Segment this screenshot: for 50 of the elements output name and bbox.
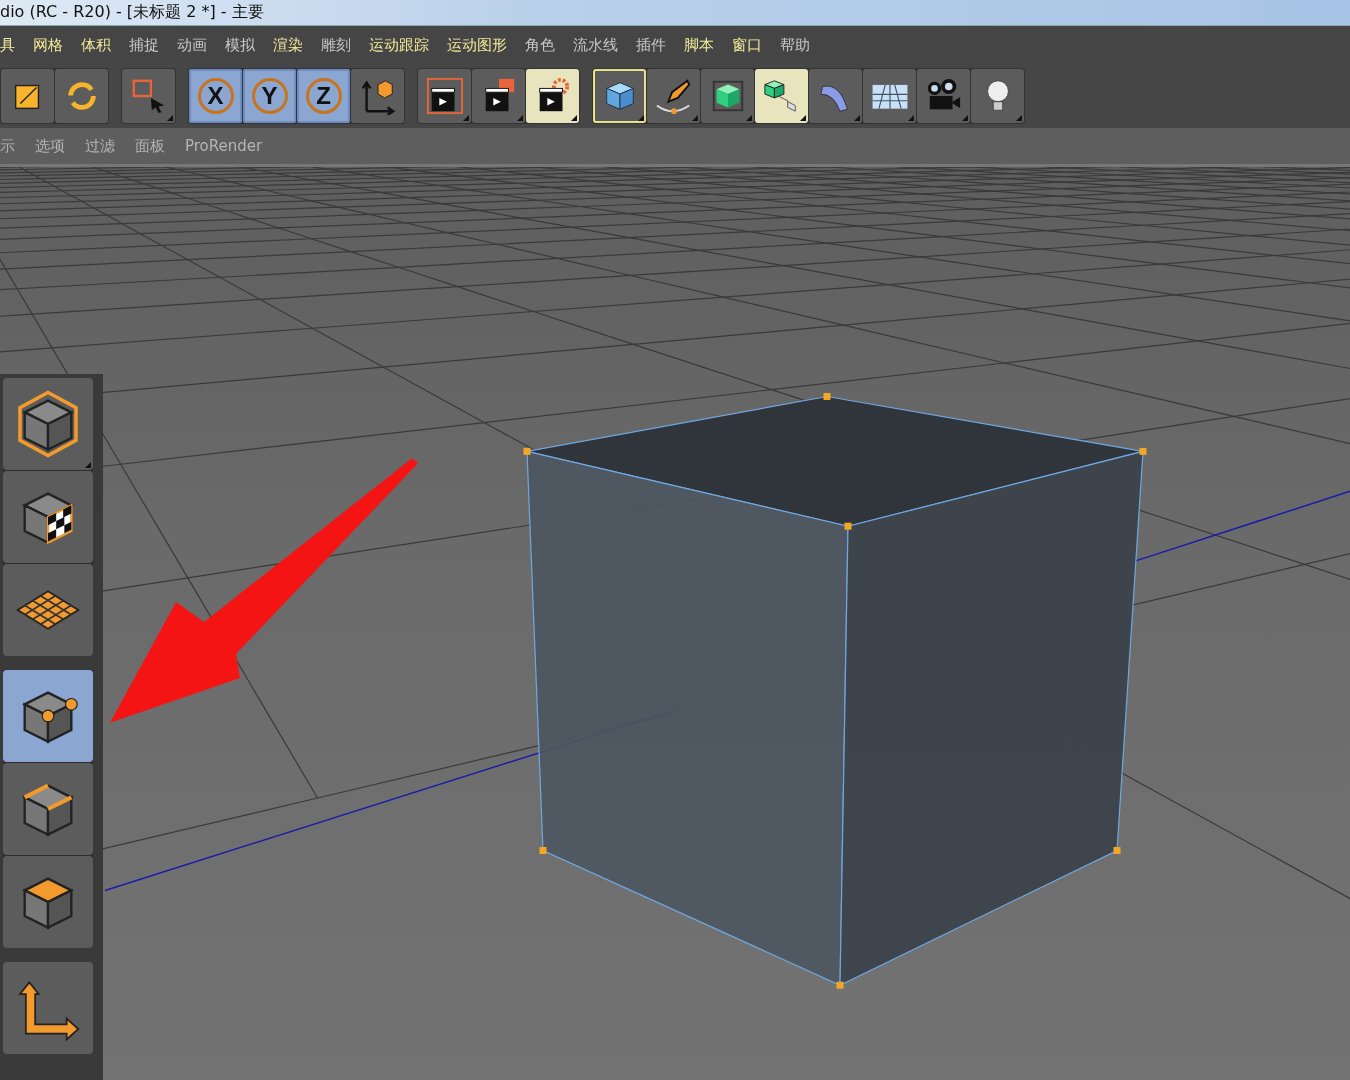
menu-item[interactable]: 运动图形 — [447, 35, 507, 55]
cube-object-button[interactable] — [593, 69, 646, 123]
menu-item[interactable]: 雕刻 — [321, 35, 351, 55]
axis-lock-button[interactable]: Y — [243, 69, 296, 123]
pen-tool-button[interactable] — [647, 69, 700, 123]
menu-item[interactable]: 体积 — [81, 35, 111, 55]
polygons-mode-button[interactable] — [3, 856, 93, 948]
deformer-button[interactable] — [809, 69, 862, 123]
cloner-button[interactable] — [755, 69, 808, 123]
model-mode-button[interactable] — [3, 378, 93, 470]
cube-object[interactable] — [523, 393, 1147, 989]
viewport-menu-item[interactable]: 示 — [0, 136, 15, 156]
window-title: dio (RC - R20) - [未标题 2 *] - 主要 — [0, 2, 264, 23]
selection-tool-button[interactable] — [122, 69, 175, 123]
floor-button[interactable] — [863, 69, 916, 123]
pen-icon — [654, 77, 693, 115]
camera-button[interactable] — [917, 69, 970, 123]
menu-item[interactable]: 角色 — [525, 35, 555, 55]
workplane-mode-button[interactable] — [3, 564, 93, 656]
render-view-button[interactable] — [418, 69, 471, 123]
rotate-tool-button[interactable] — [55, 69, 108, 123]
menu-item[interactable]: 模拟 — [225, 35, 255, 55]
points-mode-button[interactable] — [3, 670, 93, 762]
menu-item[interactable]: 捕捉 — [129, 35, 159, 55]
light-button[interactable] — [971, 69, 1024, 123]
scale-tool-button[interactable] — [1, 69, 54, 123]
menu-item[interactable]: 脚本 — [684, 35, 714, 55]
menu-item[interactable]: 流水线 — [573, 35, 618, 55]
menu-item[interactable]: 帮助 — [780, 35, 810, 55]
clapperboard-icon — [425, 77, 464, 115]
viewport-menu-item[interactable]: 面板 — [135, 136, 165, 156]
menu-item[interactable]: 动画 — [177, 35, 207, 55]
axis-lock-button[interactable]: X — [189, 69, 242, 123]
render-picture-button[interactable] — [472, 69, 525, 123]
menu-item[interactable]: 窗口 — [732, 35, 762, 55]
menu-item[interactable]: 网格 — [33, 35, 63, 55]
subdivision-button[interactable] — [701, 69, 754, 123]
menu-item[interactable]: 插件 — [636, 35, 666, 55]
texture-mode-button[interactable] — [3, 471, 93, 563]
coordinate-system-button[interactable] — [351, 69, 404, 123]
edges-mode-button[interactable] — [3, 763, 93, 855]
menu-item[interactable]: 具 — [0, 35, 15, 55]
render-settings-button[interactable] — [526, 69, 579, 123]
axis-mode-button[interactable] — [3, 962, 93, 1054]
viewport-menu-item[interactable]: ProRender — [185, 137, 263, 155]
viewport-menu-item[interactable]: 过滤 — [85, 136, 115, 156]
menu-item[interactable]: 渲染 — [273, 35, 303, 55]
menu-item[interactable]: 运动跟踪 — [369, 35, 429, 55]
viewport-menu-item[interactable]: 选项 — [35, 136, 65, 156]
axis-lock-button[interactable]: Z — [297, 69, 350, 123]
